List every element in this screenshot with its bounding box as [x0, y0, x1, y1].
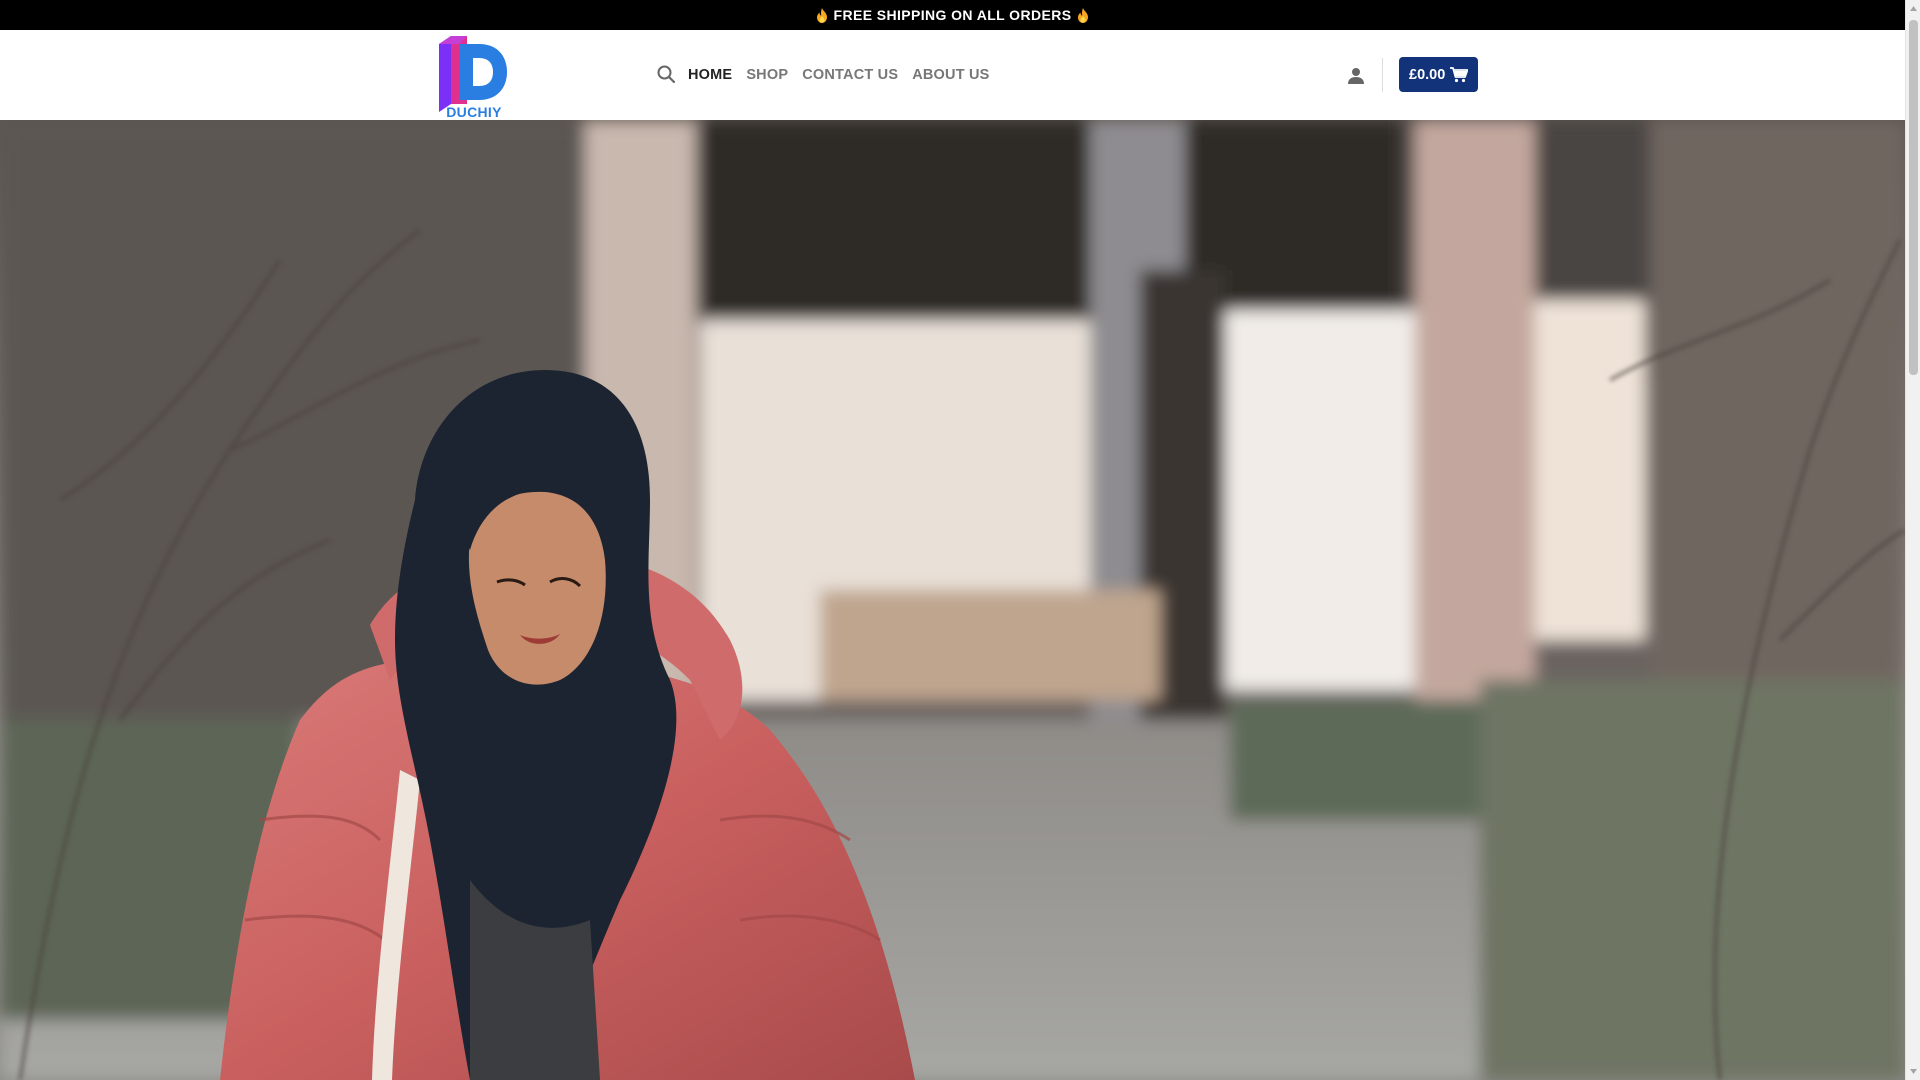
scroll-down-arrow-icon[interactable] — [1909, 1067, 1918, 1076]
page-scrollbar[interactable] — [1905, 0, 1920, 1080]
logo-text: DUCHIY — [446, 104, 502, 120]
nav-item-shop[interactable]: SHOP — [746, 66, 788, 84]
fire-icon — [816, 7, 827, 23]
cart-button[interactable]: £0.00 — [1399, 57, 1479, 92]
cart-icon — [1450, 66, 1469, 82]
fire-icon — [1078, 7, 1089, 23]
hero-banner — [0, 120, 1905, 1080]
announcement-text: FREE SHIPPING ON ALL ORDERS — [833, 7, 1072, 23]
cart-total: £0.00 — [1409, 66, 1446, 83]
site-header: DUCHIY HOME SHOP CONTACT US ABOUT US £0.… — [0, 30, 1905, 120]
main-nav: HOME SHOP CONTACT US ABOUT US — [688, 66, 990, 84]
scroll-thumb[interactable] — [1909, 20, 1918, 375]
announcement-bar: FREE SHIPPING ON ALL ORDERS — [0, 0, 1905, 30]
account-icon[interactable] — [1346, 66, 1366, 86]
search-icon[interactable] — [656, 64, 676, 84]
header-divider — [1382, 58, 1383, 92]
nav-item-about-us[interactable]: ABOUT US — [912, 66, 989, 84]
scroll-up-arrow-icon[interactable] — [1909, 4, 1918, 13]
nav-item-contact-us[interactable]: CONTACT US — [802, 66, 898, 84]
nav-item-home[interactable]: HOME — [688, 66, 732, 84]
hero-image — [0, 120, 1905, 1080]
